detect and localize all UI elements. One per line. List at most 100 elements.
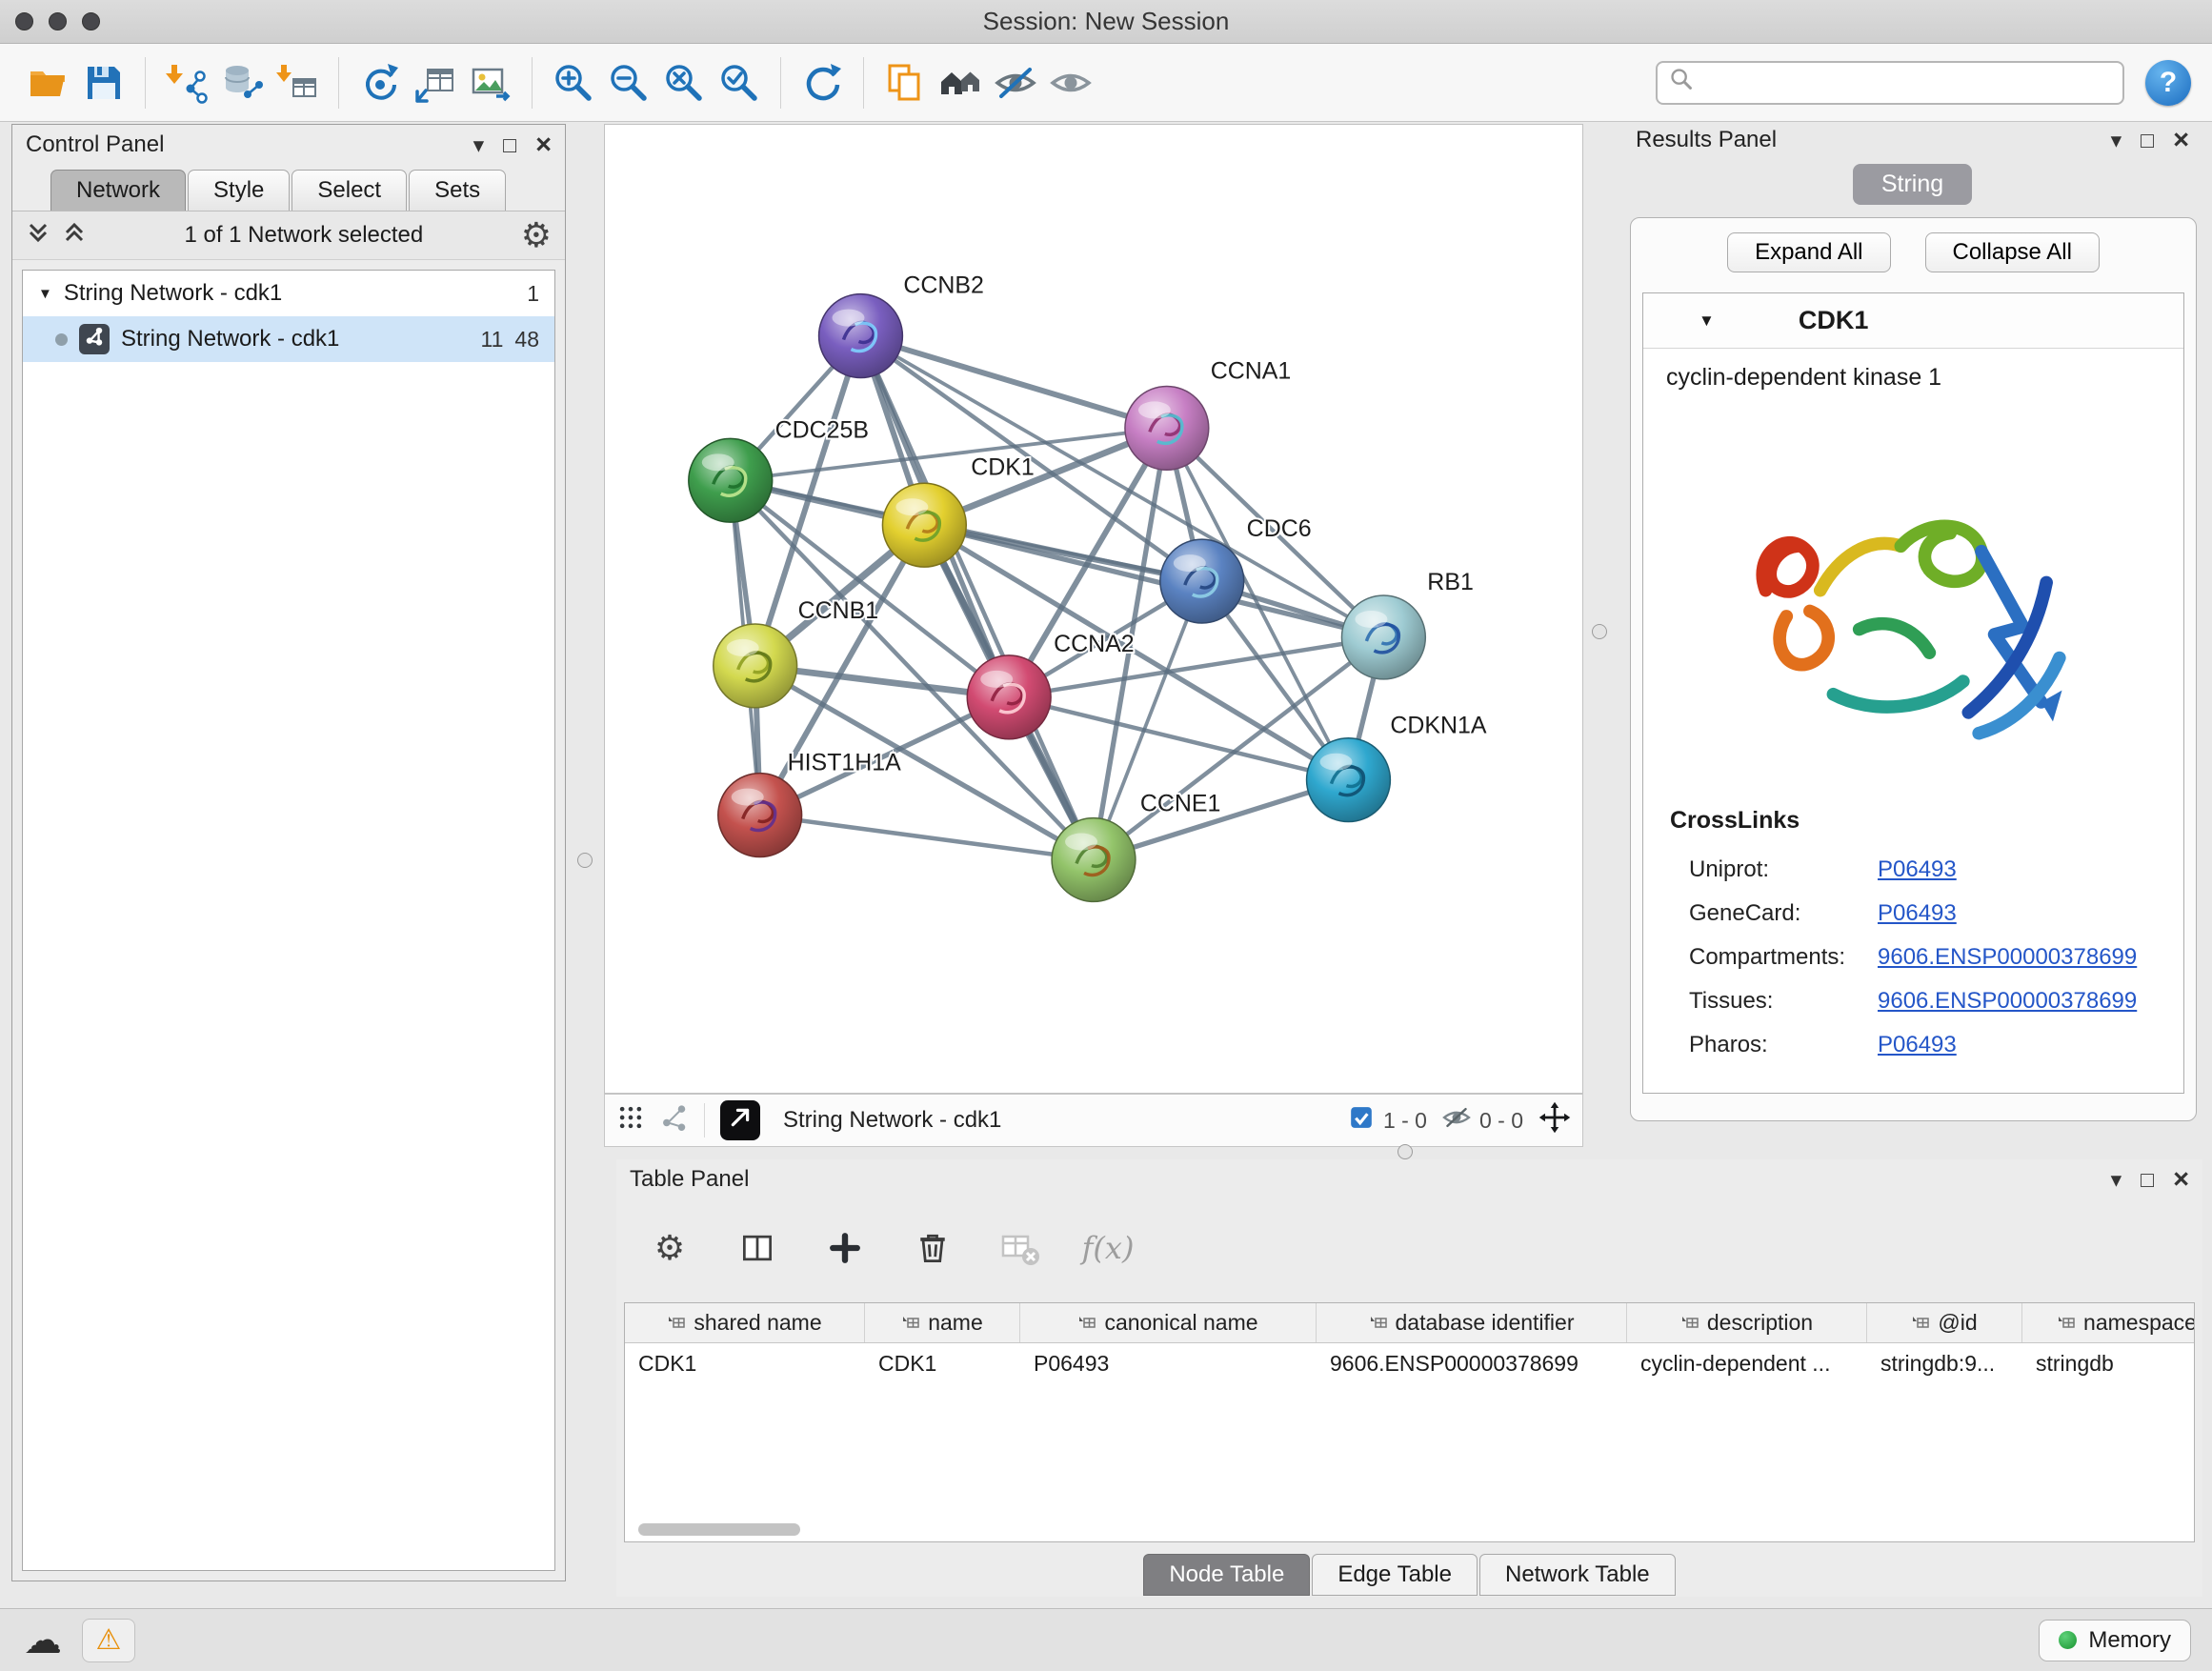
show-all-icon[interactable] [1043, 55, 1098, 111]
table-column-header[interactable]: canonical name [1020, 1303, 1317, 1342]
table-column-header[interactable]: @id [1867, 1303, 2022, 1342]
crosslink-link[interactable]: 9606.ENSP00000378699 [1878, 988, 2137, 1015]
panel-float-icon[interactable]: □ [503, 134, 516, 156]
table-cell[interactable]: cyclin-dependent ... [1627, 1351, 1867, 1377]
panel-collapse-icon[interactable]: ▾ [2111, 130, 2122, 151]
help-button[interactable]: ? [2145, 60, 2191, 106]
window-close-button[interactable] [15, 12, 33, 30]
collapse-all-button[interactable]: Collapse All [1925, 232, 2100, 272]
network-node-CDK1[interactable] [882, 483, 966, 567]
tab-edge-table[interactable]: Edge Table [1312, 1554, 1478, 1596]
window-zoom-button[interactable] [82, 12, 100, 30]
import-network-database-icon[interactable] [214, 55, 270, 111]
copy-icon[interactable] [877, 55, 933, 111]
refresh-view-icon[interactable] [794, 55, 850, 111]
expand-all-icon[interactable] [62, 220, 87, 252]
table-cell[interactable]: P06493 [1020, 1351, 1317, 1377]
network-node-CDC25B[interactable] [689, 438, 773, 522]
apply-layout-icon[interactable] [352, 55, 408, 111]
tab-string[interactable]: String [1853, 164, 1972, 205]
attach-table-icon[interactable] [408, 55, 463, 111]
network-node-CCNA1[interactable] [1125, 386, 1209, 470]
zoom-fit-icon[interactable] [656, 55, 712, 111]
import-table-file-icon[interactable] [270, 55, 325, 111]
network-node-RB1[interactable] [1341, 595, 1425, 679]
warning-icon[interactable]: ⚠ [82, 1619, 135, 1662]
control-tab-select[interactable]: Select [292, 170, 407, 211]
horizontal-scrollbar[interactable] [638, 1523, 800, 1536]
table-cell[interactable]: CDK1 [625, 1351, 865, 1377]
tab-node-table[interactable]: Node Table [1143, 1554, 1310, 1596]
table-column-header[interactable]: namespace [2022, 1303, 2195, 1342]
control-tab-network[interactable]: Network [50, 170, 186, 211]
crosslink-link[interactable]: P06493 [1878, 1032, 1957, 1058]
tab-network-table[interactable]: Network Table [1479, 1554, 1676, 1596]
splitter-handle-right[interactable] [1592, 624, 1607, 639]
network-node-CCNA2[interactable] [967, 655, 1051, 739]
network-collection-row[interactable]: ▼ String Network - cdk1 1 [23, 271, 554, 316]
cloud-icon[interactable]: ☁ [21, 1619, 65, 1662]
network-node-CCNB1[interactable] [714, 624, 797, 708]
panel-close-icon[interactable]: × [2173, 1166, 2189, 1194]
panel-float-icon[interactable]: □ [2141, 130, 2154, 151]
panel-close-icon[interactable]: × [2173, 127, 2189, 154]
network-edge[interactable] [924, 525, 1383, 637]
view-grid-icon[interactable] [616, 1103, 645, 1138]
panel-collapse-icon[interactable]: ▾ [2111, 1169, 2122, 1191]
splitter-handle-bottom[interactable] [1398, 1144, 1413, 1159]
network-edge[interactable] [860, 336, 1094, 860]
hide-selected-icon[interactable] [988, 55, 1043, 111]
panel-float-icon[interactable]: □ [2141, 1169, 2154, 1191]
table-column-header[interactable]: shared name [625, 1303, 865, 1342]
network-node-CCNB2[interactable] [819, 294, 903, 378]
splitter-handle-left[interactable] [577, 853, 593, 868]
gear-icon[interactable]: ⚙ [645, 1223, 694, 1273]
columns-icon[interactable] [733, 1223, 782, 1273]
control-tab-sets[interactable]: Sets [409, 170, 506, 211]
table-column-header[interactable]: database identifier [1317, 1303, 1627, 1342]
memory-button[interactable]: Memory [2039, 1620, 2191, 1661]
network-node-CCNE1[interactable] [1052, 818, 1136, 902]
network-view[interactable]: CCNB2CCNA1CDC25BCDK1CDC6RB1CCNB1CCNA2CDK… [604, 124, 1583, 1094]
network-node-CDC6[interactable] [1160, 539, 1244, 623]
network-node-CDKN1A[interactable] [1307, 738, 1391, 822]
network-canvas[interactable]: CCNB2CCNA1CDC25BCDK1CDC6RB1CCNB1CCNA2CDK… [605, 125, 1582, 1093]
table-cell[interactable]: 9606.ENSP00000378699 [1317, 1351, 1627, 1377]
expand-all-button[interactable]: Expand All [1727, 232, 1890, 272]
window-minimize-button[interactable] [49, 12, 67, 30]
birdseye-view-button[interactable] [720, 1100, 760, 1140]
network-options-gear-icon[interactable]: ⚙ [521, 218, 552, 252]
fx-icon[interactable]: f(x) [1083, 1223, 1133, 1273]
collapse-all-icon[interactable] [26, 220, 50, 252]
zoom-in-icon[interactable] [546, 55, 601, 111]
network-edge[interactable] [760, 815, 1094, 860]
zoom-selected-icon[interactable] [712, 55, 767, 111]
network-edge[interactable] [860, 336, 1166, 429]
crosslink-link[interactable]: 9606.ENSP00000378699 [1878, 944, 2137, 971]
protein-section-header[interactable]: ▼ CDK1 [1643, 293, 2183, 349]
crosslink-link[interactable]: P06493 [1878, 856, 1957, 883]
table-cell[interactable]: CDK1 [865, 1351, 1020, 1377]
trash-icon[interactable] [908, 1223, 957, 1273]
import-network-file-icon[interactable] [159, 55, 214, 111]
panel-close-icon[interactable]: × [535, 131, 552, 159]
home-icon[interactable] [933, 55, 988, 111]
view-network-icon[interactable] [660, 1103, 689, 1138]
network-node-HIST1H1A[interactable] [718, 774, 802, 857]
table-column-header[interactable]: description [1627, 1303, 1867, 1342]
section-caret-icon[interactable]: ▼ [1699, 312, 1715, 331]
zoom-out-icon[interactable] [601, 55, 656, 111]
search-input[interactable] [1701, 70, 2111, 96]
table-cell[interactable]: stringdb [2022, 1351, 2195, 1377]
fit-content-icon[interactable] [1538, 1101, 1571, 1140]
table-column-header[interactable]: name [865, 1303, 1020, 1342]
destroy-table-icon[interactable] [995, 1223, 1045, 1273]
control-tab-style[interactable]: Style [188, 170, 290, 211]
table-cell[interactable]: stringdb:9... [1867, 1351, 2022, 1377]
add-icon[interactable] [820, 1223, 870, 1273]
table-row[interactable]: CDK1CDK1P064939606.ENSP00000378699cyclin… [625, 1343, 2194, 1383]
tree-caret-icon[interactable]: ▼ [38, 286, 52, 302]
network-item-row[interactable]: String Network - cdk1 11 48 [23, 316, 554, 362]
export-image-icon[interactable] [463, 55, 518, 111]
open-session-icon[interactable] [21, 55, 76, 111]
